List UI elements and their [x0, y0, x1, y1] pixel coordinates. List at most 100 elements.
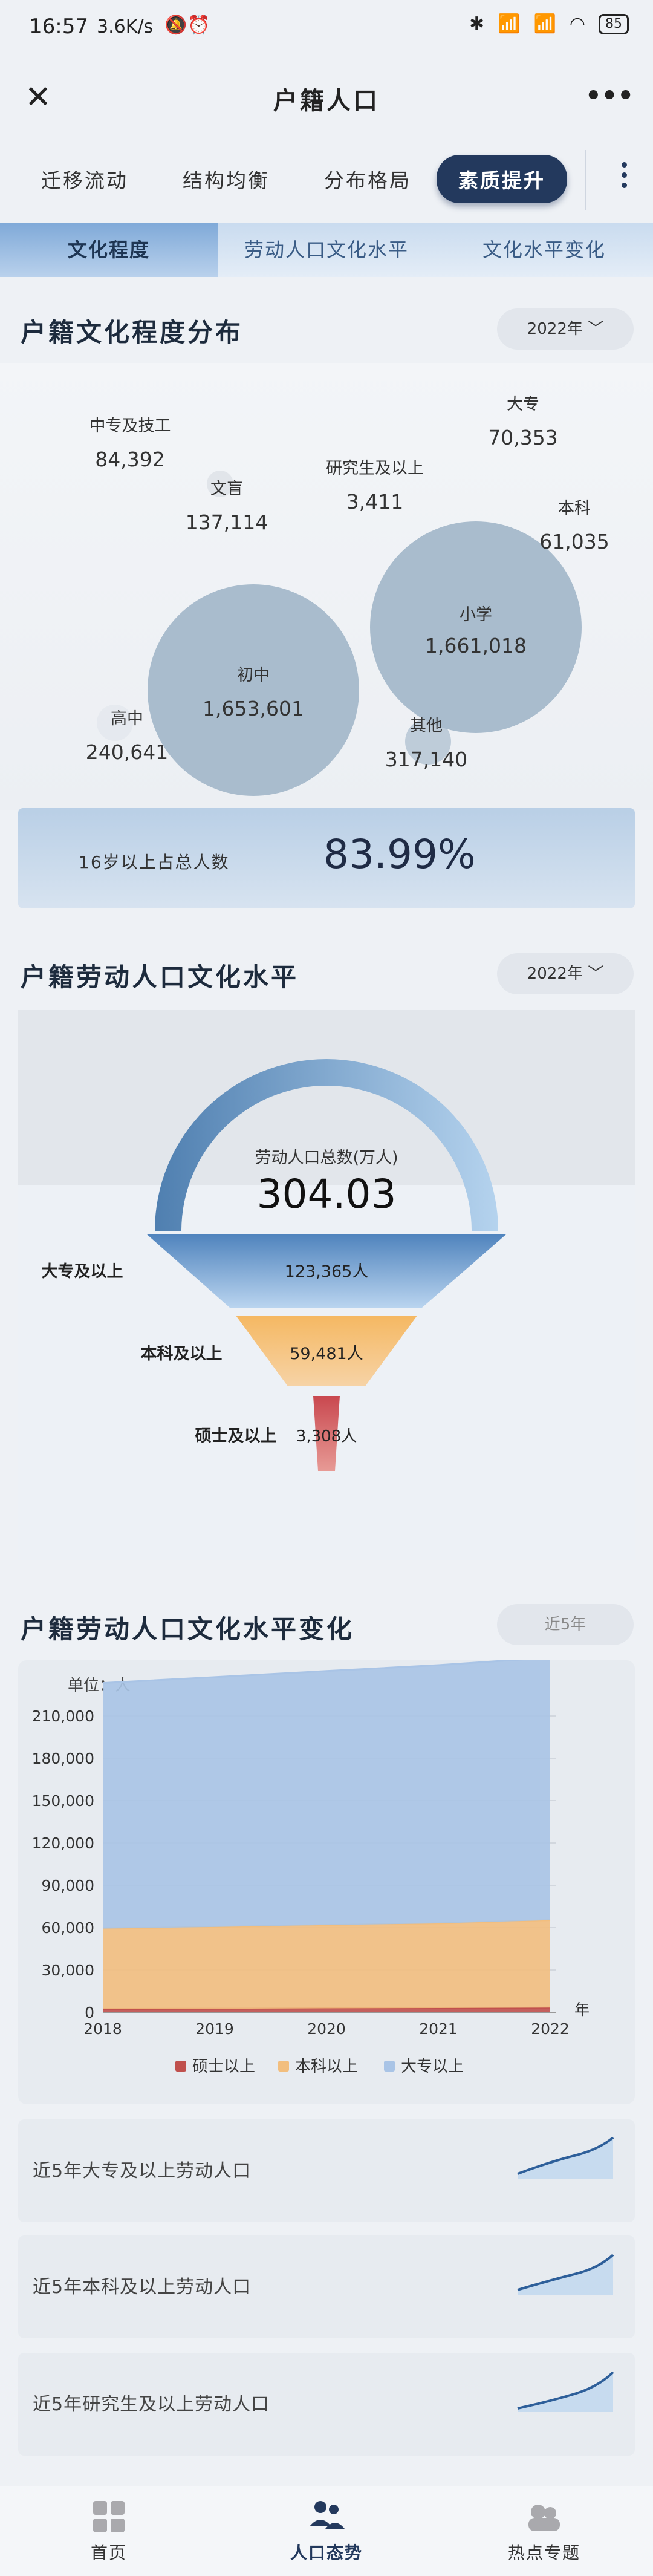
bubble-label: 初中 — [237, 666, 270, 685]
bubble-value: 137,114 — [185, 510, 268, 534]
more-icon[interactable]: ••• — [584, 79, 635, 114]
chart-x-tick: 2020 — [307, 2020, 346, 2038]
funnel-level-3-label: 硕士及以上 — [195, 1427, 277, 1446]
bubble-value: 84,392 — [95, 448, 165, 471]
chart-area-2 — [103, 1660, 550, 1929]
sparkline-icon — [517, 2254, 614, 2295]
year-selector-2[interactable]: 2022年 ﹀ — [497, 953, 634, 994]
nav-population-label: 人口态势 — [290, 2543, 363, 2563]
chevron-down-icon: ﹀ — [588, 965, 604, 983]
chart-legend-swatch — [278, 2061, 289, 2072]
ratio-value: 83.99% — [323, 831, 476, 878]
top-tabs: 迁移流动 结构均衡 分布格局 素质提升 — [0, 138, 653, 223]
chart-legend-label: 大专以上 — [401, 2058, 464, 2076]
status-speed: 3.6K/s — [97, 16, 154, 37]
nav-home-label: 首页 — [90, 2543, 127, 2563]
tab-divider — [585, 150, 586, 210]
trend-card-label: 近5年本科及以上劳动人口 — [33, 2277, 252, 2298]
tab-migration[interactable]: 迁移流动 — [41, 165, 128, 194]
signal-icon-2: 📶 — [533, 13, 556, 34]
funnel-chart: 劳动人口总数(万人) 304.03 大专及以上 123,365人 本科及以上 5… — [18, 1010, 635, 1560]
bubble-value: 1,653,601 — [203, 697, 304, 720]
bubble-value: 3,411 — [346, 490, 404, 514]
funnel-level-3-value: 3,308人 — [296, 1427, 357, 1446]
funnel-level-1-value: 123,365人 — [284, 1262, 369, 1281]
section-title-education-change: 户籍劳动人口文化水平变化 — [21, 1614, 355, 1644]
mute-icon: 🔕 — [164, 15, 187, 36]
tab-distribution[interactable]: 分布格局 — [324, 165, 411, 194]
tab-structure[interactable]: 结构均衡 — [183, 165, 270, 194]
sparkline-icon — [517, 2136, 614, 2179]
trend-card-label: 近5年大专及以上劳动人口 — [33, 2160, 252, 2182]
tab-more-icon[interactable] — [622, 162, 629, 188]
bubble-label: 本科 — [558, 499, 591, 518]
funnel-level-2-label: 本科及以上 — [140, 1345, 223, 1363]
trend-card-postgraduate[interactable]: 近5年研究生及以上劳动人口 — [18, 2353, 635, 2456]
bubble-value: 61,035 — [539, 530, 609, 553]
funnel-total-label: 劳动人口总数(万人) — [255, 1149, 398, 1167]
chart-x-unit: 年 — [574, 2001, 590, 2018]
status-time: 16:57 — [29, 15, 88, 39]
wifi-icon: ◠ — [569, 13, 585, 34]
alarm-icon: ⏰ — [187, 15, 210, 36]
funnel-graphic — [146, 1059, 507, 1471]
bubble-label: 研究生及以上 — [326, 459, 424, 478]
bottom-nav: 首页 人口态势 热点专题 — [0, 2486, 653, 2576]
bubble-value: 70,353 — [488, 426, 558, 449]
range-button[interactable]: 近5年 — [497, 1604, 634, 1645]
bluetooth-icon: ✱ — [469, 13, 485, 34]
subtab-education-change[interactable]: 文化水平变化 — [435, 223, 653, 277]
year-selector-1[interactable]: 2022年 ﹀ — [497, 308, 634, 350]
bubble-label: 高中 — [111, 709, 143, 728]
signal-icon: 📶 — [498, 13, 521, 34]
bubble-label: 大专 — [507, 395, 539, 414]
status-bar: 16:57 3.6K/s 🔕 ⏰ ✱ 📶 📶 ◠ 85 — [0, 0, 653, 58]
chart-x-tick: 2021 — [419, 2020, 458, 2038]
sub-tabs: 文化程度 劳动人口文化水平 文化水平变化 — [0, 223, 653, 277]
trend-card-college[interactable]: 近5年大专及以上劳动人口 — [18, 2119, 635, 2222]
area-chart: 单位：人030,00060,00090,000120,000150,000180… — [32, 1660, 590, 2076]
bubble-middle-school — [148, 584, 359, 796]
funnel-total-value: 304.03 — [256, 1171, 397, 1218]
subtab-education-level[interactable]: 文化程度 — [0, 223, 218, 277]
home-grid-icon — [93, 2501, 125, 2532]
year-selector-2-label: 2022年 — [527, 965, 583, 983]
bubble-value: 1,661,018 — [425, 634, 527, 657]
sparkline-icon — [517, 2371, 614, 2412]
trend-card-label: 近5年研究生及以上劳动人口 — [33, 2394, 270, 2415]
chart-legend-swatch — [175, 2061, 186, 2072]
chart-legend-swatch — [384, 2061, 395, 2072]
chart-legend-label: 硕士以上 — [192, 2058, 255, 2076]
page-title: 户籍人口 — [273, 87, 380, 115]
ratio-card: 16岁以上占总人数 83.99% — [18, 808, 635, 908]
bubble-label: 文盲 — [210, 480, 243, 498]
chart-area-1 — [103, 1920, 550, 2009]
title-bar: ✕ 户籍人口 ••• — [0, 58, 653, 138]
chart-x-tick: 2018 — [83, 2020, 122, 2038]
chart-legend-label: 本科以上 — [295, 2058, 358, 2076]
nav-hot-topics[interactable]: 热点专题 — [435, 2486, 653, 2576]
chart-x-tick: 2022 — [531, 2020, 570, 2038]
chart-y-tick: 0 — [85, 2004, 94, 2021]
bubble-label: 小学 — [460, 605, 492, 624]
topics-icon — [528, 2505, 560, 2531]
chart-x-tick: 2019 — [195, 2020, 234, 2038]
bubble-value: 317,140 — [385, 748, 468, 771]
bubble-chart: 中专及技工 84,392 文盲 137,114 研究生及以上 3,411 大专 … — [0, 363, 653, 810]
people-icon — [310, 2501, 345, 2529]
section-title-education-distribution: 户籍文化程度分布 — [21, 318, 244, 347]
subtab-labor-education[interactable]: 劳动人口文化水平 — [218, 223, 435, 277]
funnel-level-2-value: 59,481人 — [290, 1345, 363, 1363]
section-title-labor-education: 户籍劳动人口文化水平 — [21, 962, 299, 992]
tab-quality[interactable]: 素质提升 — [437, 155, 567, 203]
bubble-label: 中专及技工 — [89, 417, 171, 435]
chart-y-tick: 210,000 — [32, 1707, 94, 1725]
nav-hot-topics-label: 热点专题 — [507, 2543, 580, 2563]
nav-population[interactable]: 人口态势 — [218, 2486, 435, 2576]
nav-home[interactable]: 首页 — [0, 2486, 218, 2576]
funnel-level-1-label: 大专及以上 — [41, 1262, 123, 1281]
chart-y-tick: 120,000 — [32, 1834, 94, 1852]
trend-card-bachelor[interactable]: 近5年本科及以上劳动人口 — [18, 2235, 635, 2338]
chart-y-tick: 180,000 — [32, 1750, 94, 1767]
chevron-down-icon: ﹀ — [588, 320, 604, 338]
